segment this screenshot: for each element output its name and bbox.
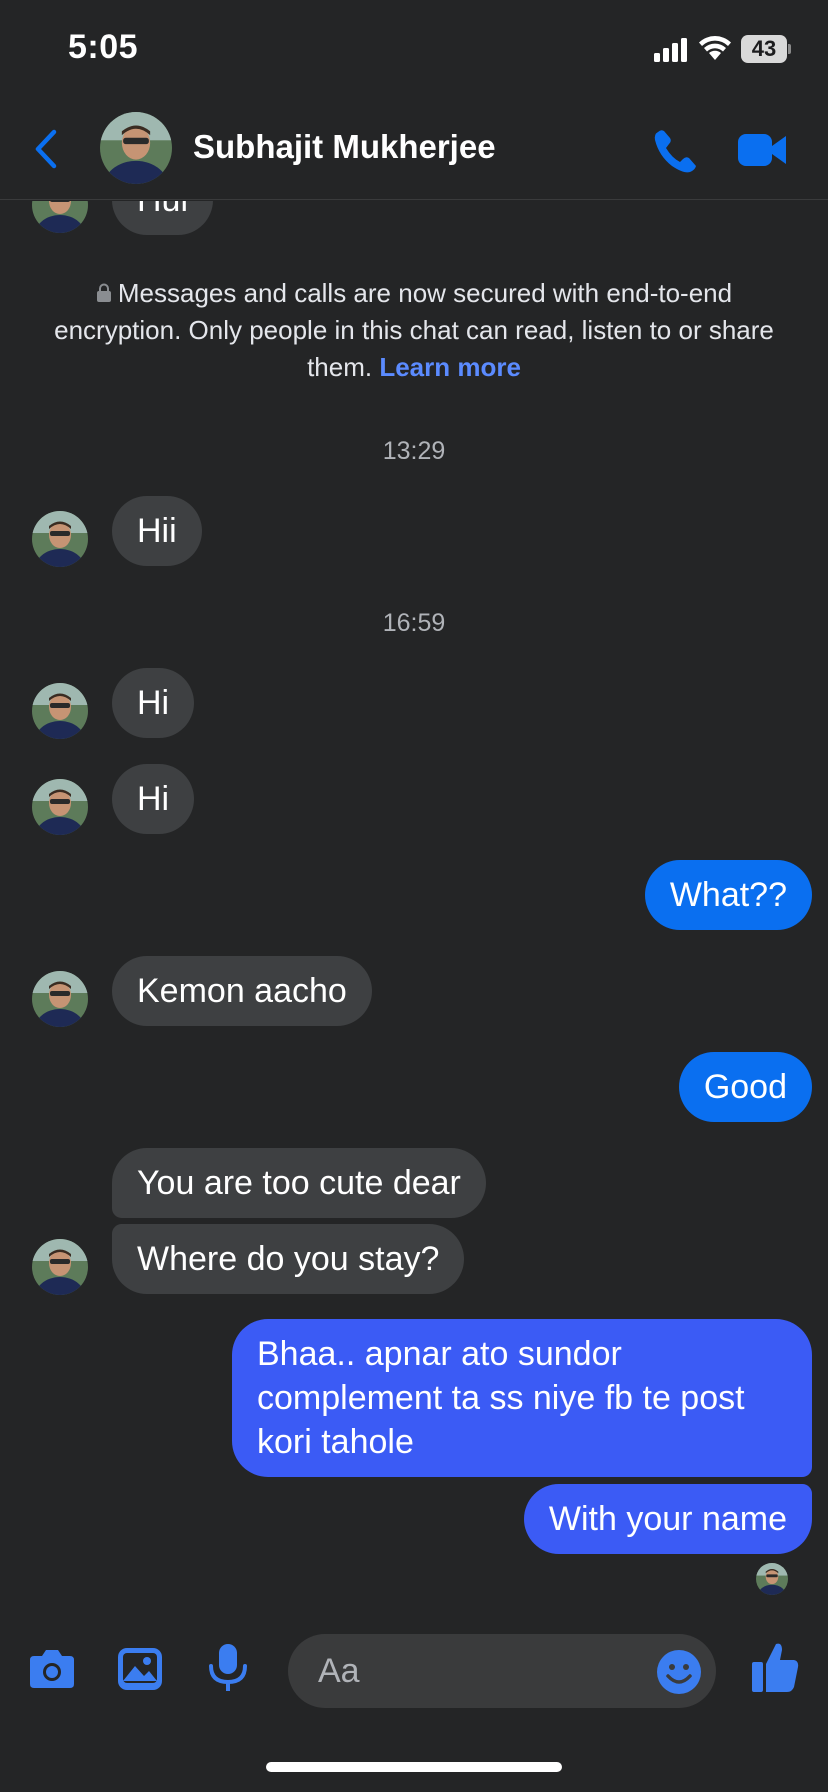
encryption-notice: Messages and calls are now secured with … [50, 275, 778, 386]
back-icon[interactable] [28, 124, 68, 174]
chat-header: Subhajit Mukherjee [0, 100, 828, 200]
home-indicator[interactable] [266, 1762, 562, 1772]
camera-icon[interactable] [28, 1648, 76, 1690]
message-bubble-incoming[interactable]: You are too cute dear [112, 1148, 486, 1218]
timestamp: 13:29 [382, 437, 446, 465]
sender-avatar[interactable] [32, 683, 88, 739]
microphone-icon[interactable] [206, 1642, 250, 1694]
message-composer [0, 1610, 828, 1730]
contact-avatar[interactable] [100, 112, 172, 184]
video-icon[interactable] [736, 130, 788, 170]
like-icon[interactable] [750, 1640, 800, 1694]
phone-icon[interactable] [650, 126, 702, 176]
status-time: 5:05 [68, 28, 139, 66]
message-bubble-incoming[interactable]: Kemon aacho [112, 956, 372, 1026]
message-bubble-incoming[interactable]: Hii [112, 496, 202, 566]
sender-avatar[interactable] [32, 1239, 88, 1295]
message-bubble-incoming[interactable]: Where do you stay? [112, 1224, 465, 1294]
timestamp: 16:59 [382, 609, 446, 637]
gallery-icon[interactable] [116, 1646, 164, 1692]
cellular-signal-icon [654, 38, 687, 62]
battery-level: 43 [751, 36, 777, 61]
message-input-field[interactable] [288, 1634, 716, 1708]
battery-icon: 43 [741, 35, 791, 63]
contact-name[interactable]: Subhajit Mukherjee [193, 128, 496, 166]
message-thread[interactable]: Hui Messages and calls are now secured w… [0, 201, 828, 1601]
read-receipt-avatar [756, 1563, 788, 1595]
message-bubble-incoming[interactable]: Hui [112, 201, 214, 235]
message-input[interactable] [318, 1634, 638, 1708]
learn-more-link[interactable]: Learn more [379, 352, 521, 382]
sender-avatar[interactable] [32, 971, 88, 1027]
sender-avatar[interactable] [32, 201, 88, 233]
message-bubble-outgoing[interactable]: Good [678, 1052, 812, 1122]
message-bubble-outgoing[interactable]: With your name [523, 1484, 812, 1554]
message-bubble-incoming[interactable]: Hi [112, 668, 195, 738]
wifi-icon [699, 36, 731, 60]
message-bubble-outgoing[interactable]: Bhaa.. apnar ato sundor complement ta ss… [232, 1319, 812, 1477]
sender-avatar[interactable] [32, 511, 88, 567]
lock-icon [96, 283, 111, 302]
sender-avatar[interactable] [32, 779, 88, 835]
message-bubble-incoming[interactable]: Hi [112, 764, 195, 834]
message-bubble-outgoing[interactable]: What?? [644, 860, 812, 930]
emoji-icon[interactable] [655, 1648, 703, 1696]
status-bar: 5:05 43 [0, 0, 828, 100]
